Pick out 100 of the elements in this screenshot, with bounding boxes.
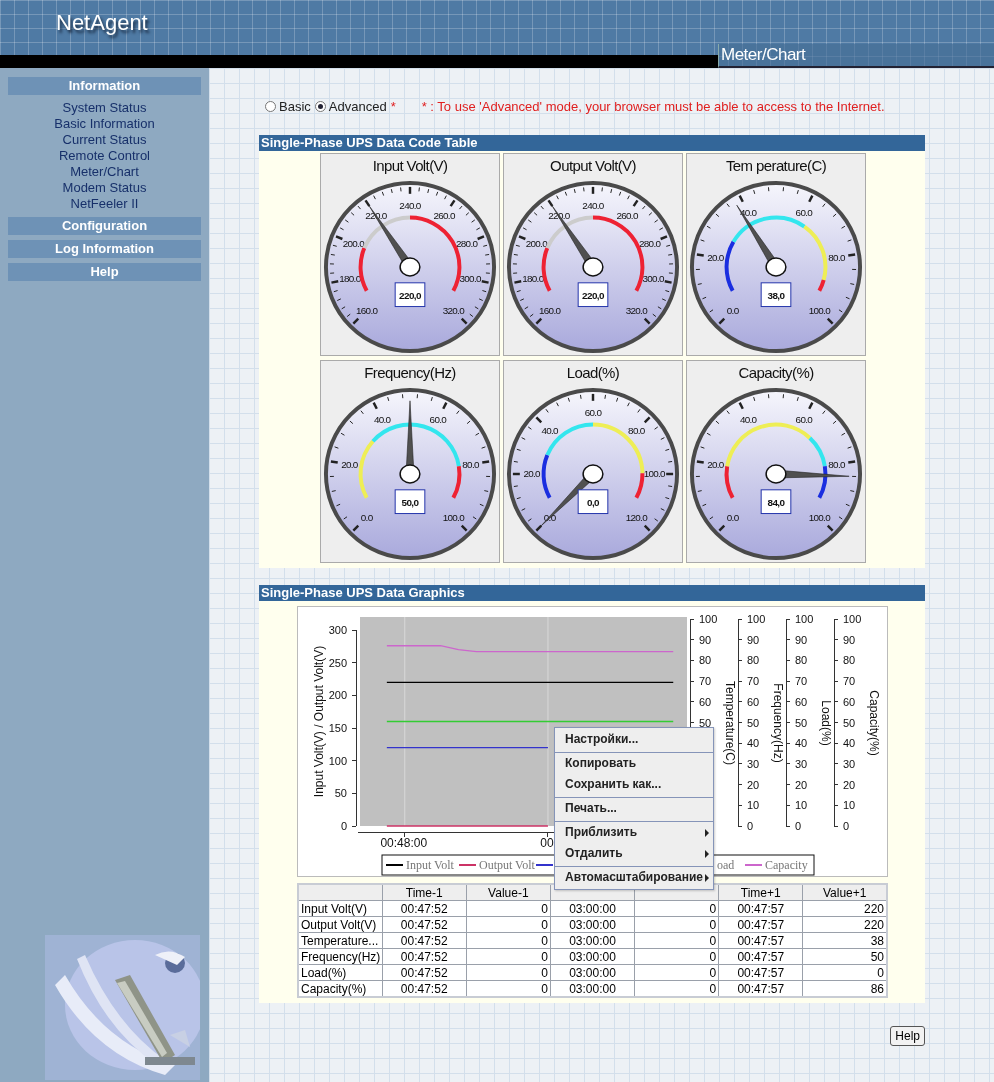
table-cell: 00:47:57 <box>718 964 803 981</box>
radio-option[interactable]: Basic <box>265 98 311 114</box>
table-cell: 03:00:00 <box>550 964 635 981</box>
sidebar-link[interactable]: Meter/Chart <box>70 164 139 180</box>
menu-item[interactable]: Печать... <box>555 797 713 819</box>
row-header: Capacity(%) <box>298 980 383 997</box>
axis-tick-label: 70 <box>747 675 760 688</box>
axis-tick-label: 100 <box>699 613 718 625</box>
sidebar-heading[interactable]: Help <box>8 263 201 281</box>
sidebar-heading[interactable]: Configuration <box>8 217 201 235</box>
axis-tick-label: 300 <box>328 624 347 637</box>
menu-item[interactable]: Отдалить <box>555 843 713 864</box>
sidebar-link[interactable]: Basic Information <box>54 116 155 132</box>
table-cell: 0 <box>634 932 719 949</box>
dial-label: 40.0 <box>541 425 558 437</box>
sidebar-heading[interactable]: Log Information <box>8 240 201 258</box>
dial-label: 200.0 <box>525 238 547 249</box>
axis-tick-label: 150 <box>328 722 347 735</box>
table-cell: 03:00:00 <box>550 900 635 917</box>
sidebar-link[interactable]: Remote Control <box>58 148 150 164</box>
warning-note: * : To use 'Advanced' mode, your browser must be able to access to the Internet. <box>421 98 885 114</box>
dial-label: 300.0 <box>459 273 481 285</box>
axis-tick-label: 90 <box>747 633 760 646</box>
dial-label: 320.0 <box>442 304 464 316</box>
dial-label: 80.0 <box>628 425 645 437</box>
gauge-title: Output Volt(V) <box>550 156 636 176</box>
row-header: Load(%) <box>298 964 383 981</box>
axis-tick-label: 200 <box>328 689 347 702</box>
legend-label: Input Volt <box>406 858 454 872</box>
value-readout: 220,0 <box>577 282 609 308</box>
axis-tick-label: 80 <box>699 654 712 667</box>
sidebar-link[interactable]: Current Status <box>62 132 147 148</box>
dial-label: 200.0 <box>342 238 364 249</box>
dial-label: 100.0 <box>442 511 464 523</box>
dial-label: 100.0 <box>808 511 830 523</box>
dial-label: 0.0 <box>726 511 739 523</box>
menu-item[interactable]: Копировать <box>555 752 713 774</box>
sidebar-link[interactable]: NetFeeler II <box>70 196 139 212</box>
dial-label: 240.0 <box>399 200 421 212</box>
table-cell: 03:00:00 <box>550 916 635 933</box>
axis-tick-label: 30 <box>843 757 856 770</box>
table-cell: 00:47:57 <box>718 932 803 949</box>
axis-tick-label: 00:48:00 <box>380 836 428 850</box>
table-cell: 00:47:52 <box>382 964 467 981</box>
dial-label: 60.0 <box>795 206 813 218</box>
dial-label: 20.0 <box>707 458 724 470</box>
axis-tick-label: 250 <box>328 656 347 669</box>
radio-option[interactable]: Advanced <box>314 98 387 114</box>
dial-label: 300.0 <box>642 273 664 285</box>
value-readout: 220,0 <box>394 282 426 308</box>
dial-label: 60.0 <box>584 407 602 419</box>
menu-item[interactable]: Приблизить <box>555 821 713 843</box>
menu-item[interactable]: Настройки... <box>555 729 713 750</box>
row-header: Input Volt(V) <box>298 900 383 917</box>
axis-tick-label: 100 <box>328 754 347 767</box>
page-title: Meter/Chart <box>718 44 994 68</box>
axis-tick-label: 70 <box>795 675 808 688</box>
table-cell: 0 <box>634 948 719 965</box>
axis-tick-label: 10 <box>795 799 808 812</box>
axis-tick-label: 80 <box>795 654 808 667</box>
gauge-title: Tem perature(C) <box>725 156 827 176</box>
dial-label: 40.0 <box>373 413 391 425</box>
gauge-title: Capacity(%) <box>738 363 814 383</box>
axis-tick-label: 20 <box>747 778 760 791</box>
dial-label: 0.0 <box>360 511 373 523</box>
dial-label: 100.0 <box>643 468 665 480</box>
table-cell: 03:00:00 <box>550 932 635 949</box>
column-header: Value+1 <box>802 884 887 901</box>
dial-label: 0.0 <box>726 304 739 316</box>
table-cell: 0 <box>634 964 719 981</box>
table-cell: 00:47:52 <box>382 948 467 965</box>
axis-tick-label: 50 <box>747 716 760 729</box>
axis-tick-label: 10 <box>747 799 760 812</box>
dial-label: 260.0 <box>616 210 638 222</box>
value-readout: 84,0 <box>760 489 792 515</box>
axis-tick-label: 90 <box>795 633 808 646</box>
menu-item[interactable]: Автомасштабирование <box>555 866 713 888</box>
dial-label: 180.0 <box>339 273 361 285</box>
axis-tick-label: 20 <box>843 778 856 791</box>
value-readout: 50,0 <box>394 489 426 515</box>
axis-tick-label: 100 <box>795 613 814 625</box>
required-mark: * <box>390 98 396 114</box>
dial-label: 80.0 <box>828 458 845 470</box>
axis-tick-label: 90 <box>843 633 856 646</box>
menu-item[interactable]: Сохранить как... <box>555 774 713 795</box>
axis-tick-label: 0 <box>340 820 347 832</box>
dial-label: 40.0 <box>739 413 757 425</box>
gauge-title: Input Volt(V) <box>372 156 448 176</box>
help-button[interactable]: Help <box>890 1026 925 1046</box>
axis-tick-label: 20 <box>795 778 808 791</box>
axis-title: Frequency(Hz) <box>771 683 785 763</box>
sidebar-link[interactable]: Modem Status <box>62 180 147 196</box>
dial-label: 20.0 <box>523 468 540 480</box>
sidebar-link[interactable]: System Status <box>62 100 147 116</box>
axis-tick-label: 90 <box>699 633 712 646</box>
sidebar-heading[interactable]: Information <box>8 77 201 95</box>
table-cell: 03:00:00 <box>550 948 635 965</box>
axis-tick-label: 100 <box>747 613 766 625</box>
dial-label: 20.0 <box>341 458 358 470</box>
dial-label: 240.0 <box>582 200 604 212</box>
